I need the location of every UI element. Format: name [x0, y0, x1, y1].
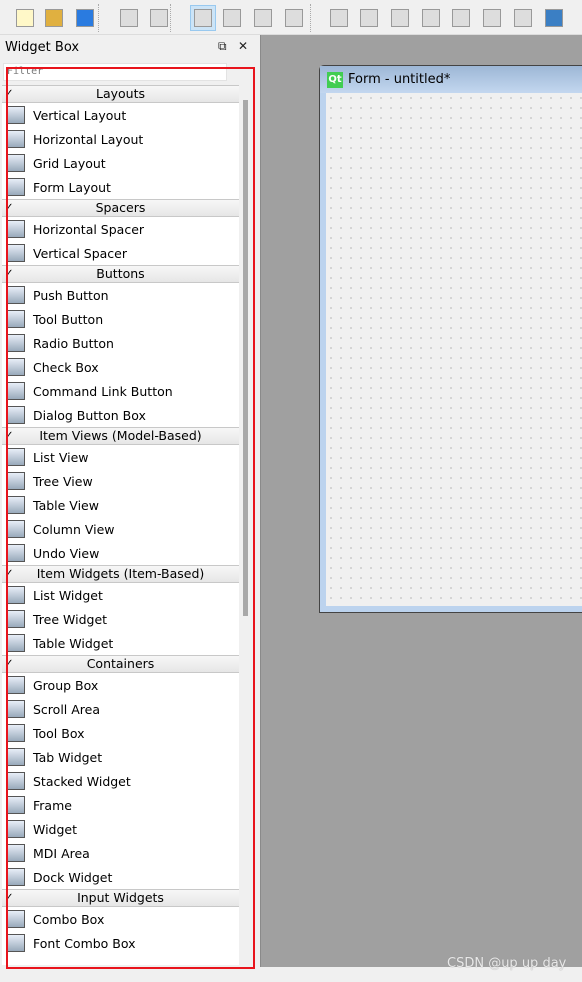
bring-forward-icon — [150, 9, 168, 27]
layout-form-button[interactable] — [479, 5, 505, 31]
edit-signals-slots-button[interactable] — [219, 5, 245, 31]
splitter-vertical-button[interactable] — [418, 5, 444, 31]
edit-buddies-button[interactable] — [250, 5, 276, 31]
splitter-horizontal-button[interactable] — [387, 5, 413, 31]
qt-logo-icon: Qt — [327, 71, 343, 88]
adjust-size-icon — [545, 9, 563, 27]
save-icon — [76, 9, 94, 27]
save-button[interactable] — [72, 5, 98, 31]
form-title: Form - untitled* — [348, 72, 451, 87]
form-title-bar[interactable]: Qt Form - untitled* — [320, 66, 582, 93]
edit-widgets-icon — [194, 9, 212, 27]
layout-grid-button[interactable] — [448, 5, 474, 31]
bring-forward-button[interactable] — [146, 5, 172, 31]
close-icon[interactable]: ✕ — [238, 39, 248, 53]
layout-vertical-button[interactable] — [356, 5, 382, 31]
break-layout-icon — [514, 9, 532, 27]
layout-vertical-icon — [360, 9, 378, 27]
form-window[interactable]: Qt Form - untitled* — [319, 65, 582, 613]
widget-box-title: Widget Box — [5, 40, 80, 55]
layout-horizontal-button[interactable] — [326, 5, 352, 31]
open-folder-icon — [45, 9, 63, 27]
open-folder-button[interactable] — [41, 5, 67, 31]
float-icon[interactable]: ⧉ — [218, 39, 227, 54]
send-backward-button[interactable] — [116, 5, 142, 31]
edit-tab-order-button[interactable] — [281, 5, 307, 31]
new-file-button[interactable] — [12, 5, 38, 31]
break-layout-button[interactable] — [510, 5, 536, 31]
send-backward-icon — [120, 9, 138, 27]
watermark: CSDN @up up day — [447, 956, 567, 971]
highlight-rectangle — [6, 67, 255, 969]
splitter-horizontal-icon — [391, 9, 409, 27]
layout-form-icon — [483, 9, 501, 27]
edit-signals-slots-icon — [223, 9, 241, 27]
form-grid[interactable] — [326, 93, 582, 606]
toolbar-separator — [310, 4, 312, 32]
splitter-vertical-icon — [422, 9, 440, 27]
new-file-icon — [16, 9, 34, 27]
edit-buddies-icon — [254, 9, 272, 27]
edit-tab-order-icon — [285, 9, 303, 27]
edit-widgets-button[interactable] — [190, 5, 216, 31]
toolbar-separator — [98, 4, 100, 32]
layout-grid-icon — [452, 9, 470, 27]
layout-horizontal-icon — [330, 9, 348, 27]
main-toolbar — [0, 0, 582, 35]
adjust-size-button[interactable] — [541, 5, 567, 31]
